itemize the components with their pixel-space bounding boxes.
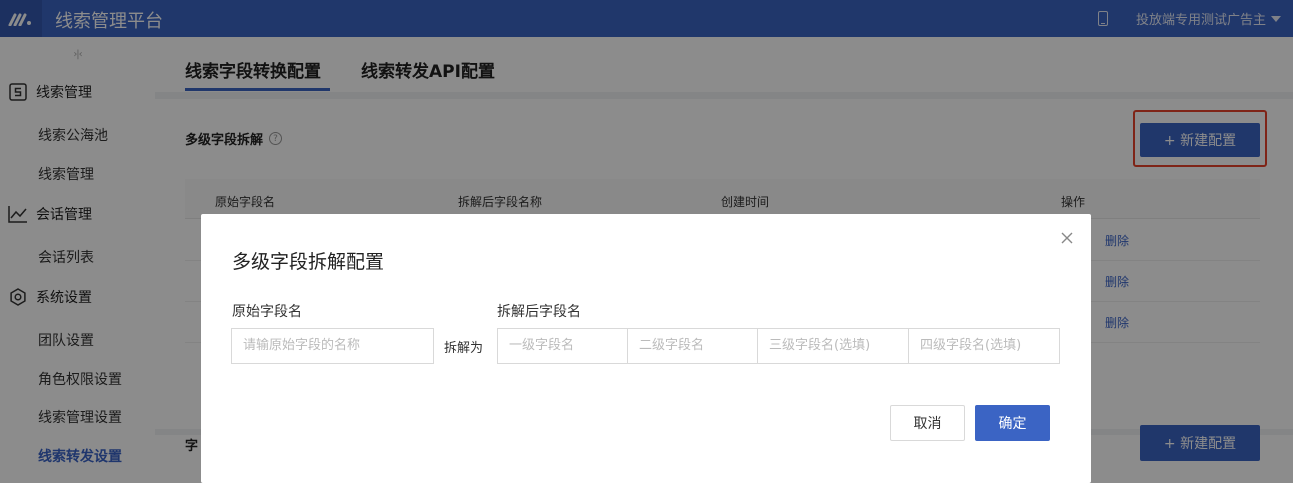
confirm-button[interactable]: 确定 bbox=[975, 405, 1050, 441]
level2-field-input[interactable]: 二级字段名 bbox=[627, 328, 758, 364]
level4-field-input[interactable]: 四级字段名(选填) bbox=[908, 328, 1060, 364]
split-connector-label: 拆解为 bbox=[444, 341, 484, 356]
split-field-label: 拆解后字段名 bbox=[497, 304, 581, 320]
cancel-button[interactable]: 取消 bbox=[890, 405, 965, 441]
modal-title: 多级字段拆解配置 bbox=[232, 251, 385, 273]
level3-field-input[interactable]: 三级字段名(选填) bbox=[757, 328, 909, 364]
original-field-label: 原始字段名 bbox=[232, 304, 302, 320]
close-icon[interactable] bbox=[1059, 230, 1075, 246]
split-config-modal: 多级字段拆解配置 原始字段名 拆解后字段名 请输原始字段的名称 拆解为 一级字段… bbox=[201, 214, 1091, 483]
level1-field-input[interactable]: 一级字段名 bbox=[497, 328, 628, 364]
original-field-input[interactable]: 请输原始字段的名称 bbox=[231, 328, 434, 364]
